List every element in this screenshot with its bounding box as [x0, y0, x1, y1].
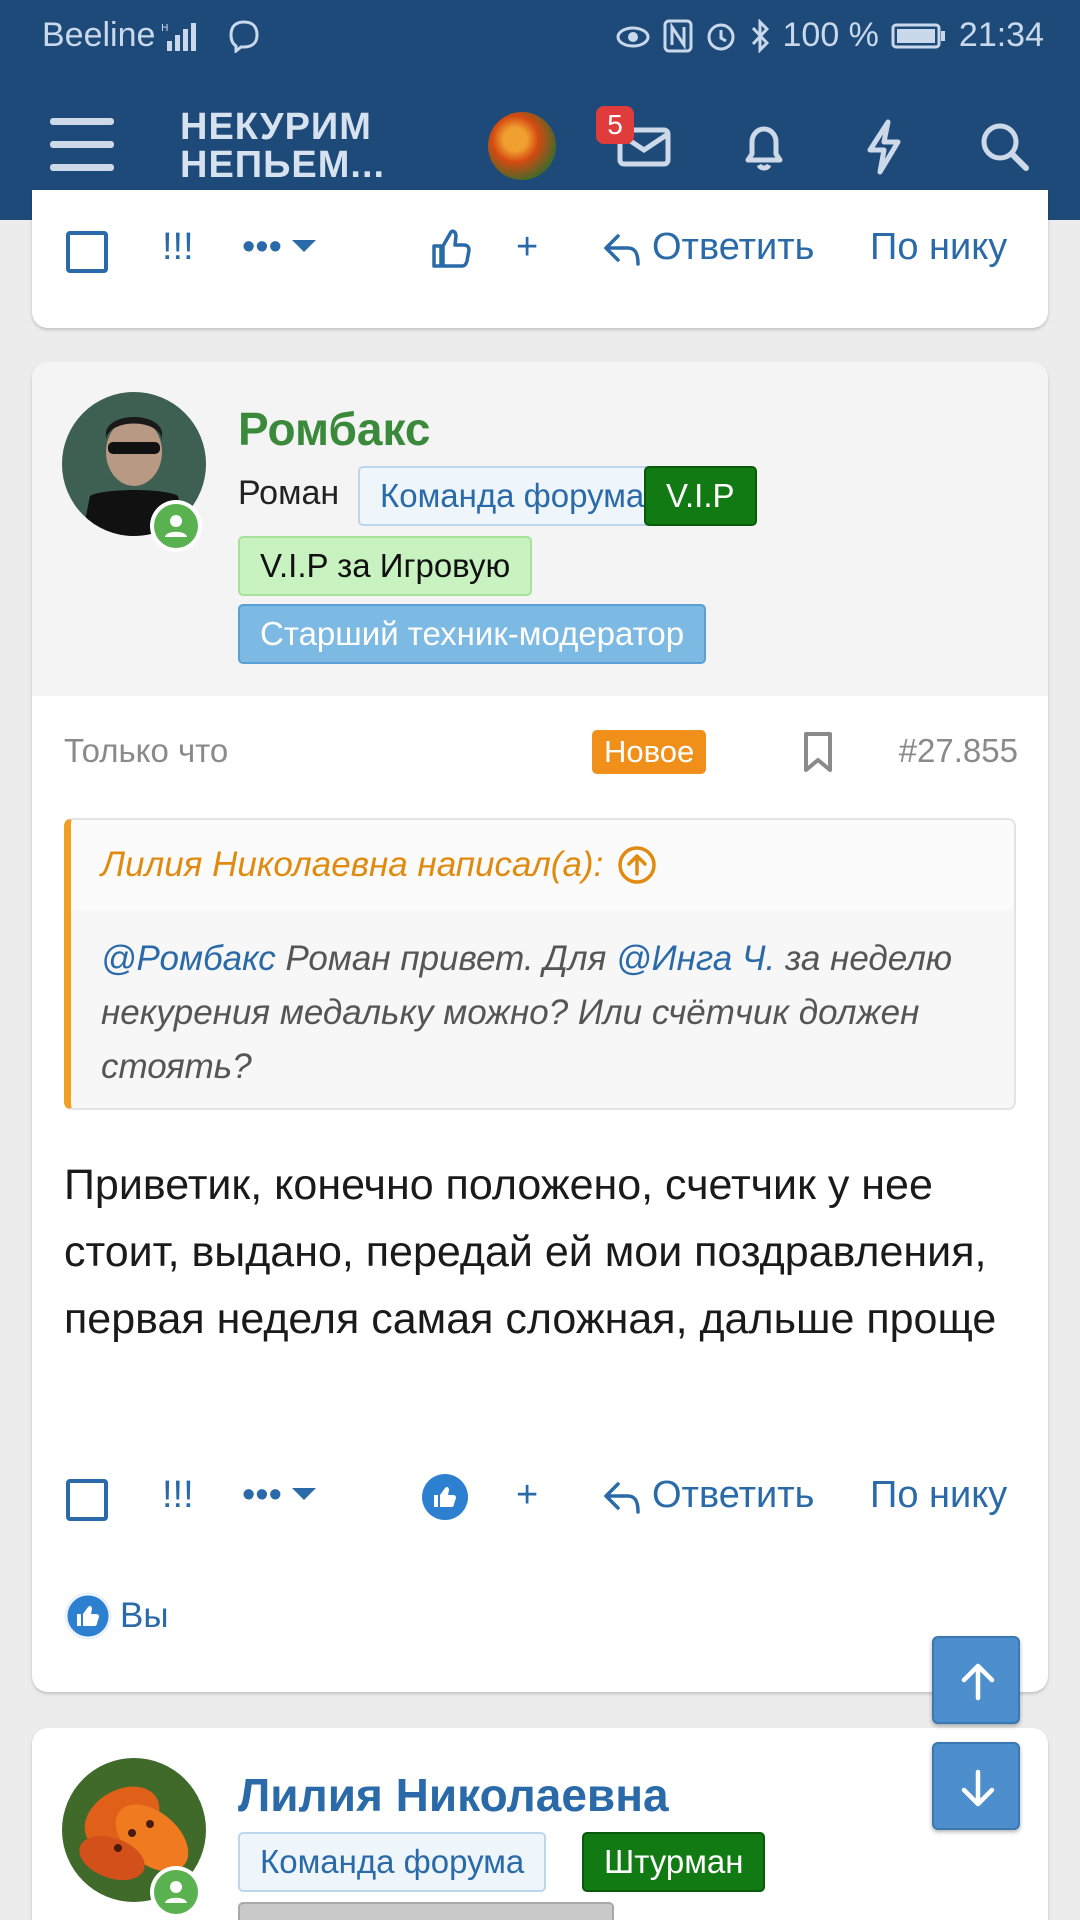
signal-icon: H — [161, 22, 197, 51]
online-indicator — [150, 1866, 202, 1918]
arrow-up-icon — [961, 1663, 995, 1701]
post-number[interactable]: #27.855 — [899, 732, 1018, 770]
quote-block: Лилия Николаевна написал(а): @Ромбакс Ро… — [64, 818, 1016, 1110]
liked-icon[interactable] — [420, 1472, 470, 1522]
mention-link[interactable]: @Инга Ч. — [616, 939, 775, 978]
arrow-up-circle-icon[interactable] — [617, 845, 657, 885]
battery-icon — [891, 23, 945, 48]
svg-text:H: H — [161, 23, 169, 34]
by-nick-button[interactable]: По нику — [870, 1474, 1007, 1517]
next-post-card: Лилия Николаевна Команда форума Штурман — [32, 1728, 1048, 1920]
tag-shturman: Штурман — [582, 1832, 766, 1892]
bluetooth-icon — [751, 18, 769, 53]
like-icon[interactable] — [428, 226, 472, 270]
avatar[interactable] — [488, 112, 556, 180]
quote-header[interactable]: Лилия Николаевна написал(а): — [71, 820, 1014, 910]
status-bar: Beeline H 100 % 21:34 — [0, 0, 1080, 72]
more-button[interactable]: ••• — [242, 1474, 282, 1517]
author-realname: Роман — [238, 474, 340, 512]
chevron-down-icon[interactable] — [290, 1484, 318, 1504]
post-body: Приветик, конечно положено, счетчик у не… — [64, 1161, 997, 1343]
next-author-username[interactable]: Лилия Николаевна — [238, 1768, 669, 1822]
add-reaction-button[interactable]: + — [516, 1474, 538, 1517]
search-icon[interactable] — [972, 114, 1036, 178]
tag-team: Команда форума — [238, 1832, 547, 1892]
reply-button[interactable]: Ответить — [652, 226, 814, 269]
site-logo[interactable]: НЕКУРИМ НЕПЬЕМ... — [180, 108, 385, 184]
reply-button[interactable]: Ответить — [652, 1474, 814, 1517]
battery-percent: 100 % — [782, 16, 879, 54]
by-nick-button[interactable]: По нику — [870, 226, 1007, 269]
bolt-icon[interactable] — [852, 114, 916, 178]
clock: 21:34 — [958, 16, 1044, 54]
tag-partial — [238, 1902, 614, 1920]
author-username[interactable]: Ромбакс — [238, 402, 430, 456]
tag-tech-moderator: Старший техник-модератор — [238, 604, 707, 664]
status-right: 100 % 21:34 — [615, 16, 1044, 55]
scroll-bottom-button[interactable] — [932, 1742, 1020, 1830]
alarm-icon — [707, 23, 734, 50]
like-reaction-icon — [64, 1592, 112, 1640]
reactions-summary[interactable]: Вы — [64, 1592, 169, 1640]
bookmark-icon[interactable] — [800, 730, 836, 774]
carrier-name: Beeline — [42, 16, 156, 54]
viber-icon — [229, 19, 259, 53]
add-reaction-button[interactable]: + — [516, 226, 538, 269]
flag-button[interactable]: !!! — [162, 1474, 194, 1517]
quote-text: @Ромбакс Роман привет. Для @Инга Ч. за н… — [71, 910, 1014, 1108]
eye-icon — [616, 26, 649, 47]
tag-team: Команда форума — [358, 466, 667, 526]
carrier: Beeline H — [42, 16, 261, 55]
logo-line1: НЕКУРИМ — [180, 106, 372, 148]
menu-icon[interactable] — [50, 118, 114, 172]
bell-icon[interactable] — [732, 114, 796, 178]
reply-icon[interactable] — [602, 230, 642, 270]
unread-badge: 5 — [596, 106, 634, 144]
logo-line2: НЕПЬЕМ... — [180, 144, 386, 186]
post-time[interactable]: Только что — [64, 732, 228, 770]
arrow-down-icon — [961, 1769, 995, 1807]
chevron-down-icon[interactable] — [290, 236, 318, 256]
tag-vip: V.I.P — [644, 466, 757, 526]
select-checkbox[interactable] — [66, 1479, 108, 1521]
quote-author: Лилия Николаевна написал(а): — [101, 845, 604, 884]
previous-post-actions: !!! ••• + Ответить По нику — [32, 214, 1048, 284]
post-author-block: Ромбакс Роман Команда форума V.I.P V.I.P… — [32, 362, 1048, 696]
reaction-you: Вы — [120, 1596, 169, 1635]
flag-button[interactable]: !!! — [162, 226, 194, 269]
online-indicator — [150, 500, 202, 552]
mention-link[interactable]: @Ромбакс — [101, 939, 276, 978]
nfc-icon — [663, 19, 692, 52]
scroll-top-button[interactable] — [932, 1636, 1020, 1724]
tag-vip-game: V.I.P за Игровую — [238, 536, 533, 596]
new-badge: Новое — [592, 730, 707, 774]
reply-icon[interactable] — [602, 1478, 642, 1518]
post-actions: !!! ••• + Ответить По нику — [32, 1462, 1048, 1532]
quote-text-part: Роман привет. Для — [275, 939, 617, 978]
select-checkbox[interactable] — [66, 231, 108, 273]
more-button[interactable]: ••• — [242, 226, 282, 269]
